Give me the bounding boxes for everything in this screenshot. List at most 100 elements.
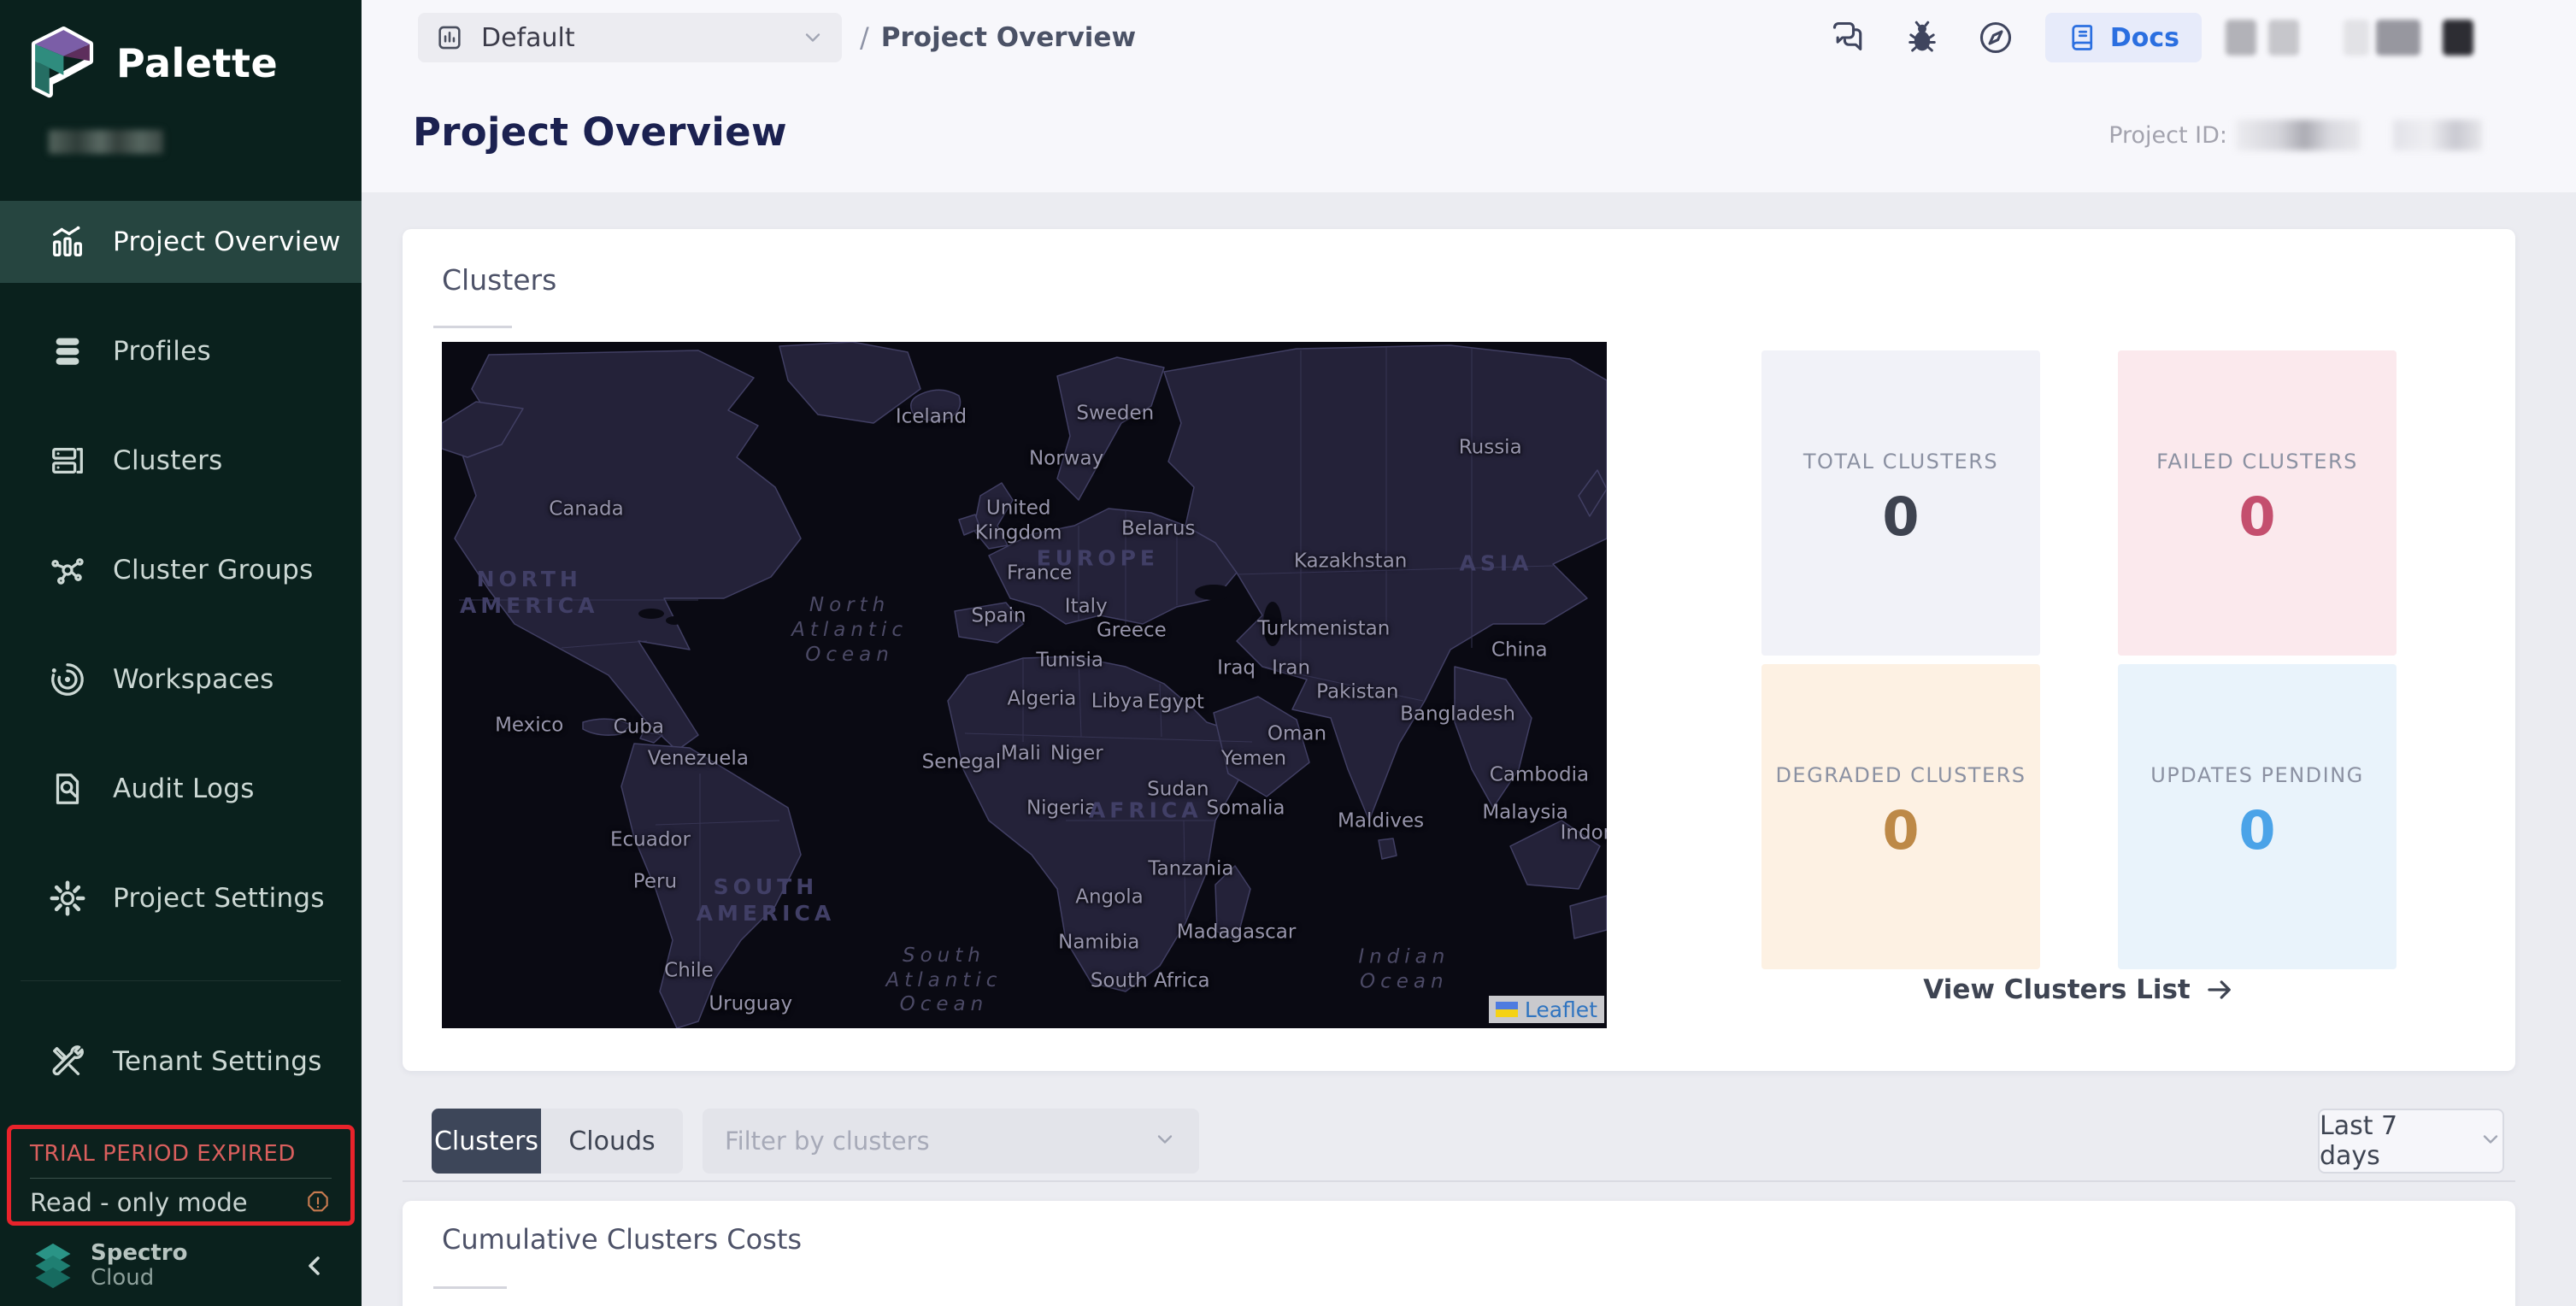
- warning-octagon-icon[interactable]: [304, 1189, 332, 1216]
- view-clusters-list-label: View Clusters List: [1923, 974, 2190, 1005]
- project-selector-value: Default: [481, 23, 575, 53]
- ukraine-flag-icon: [1496, 1002, 1518, 1017]
- title-underline: [433, 326, 512, 328]
- project-selector[interactable]: Default: [418, 13, 842, 62]
- redacted-chip: [2268, 20, 2299, 56]
- stat-value: 0: [1882, 799, 1919, 862]
- layers-icon: [48, 332, 87, 371]
- sidebar-item-label: Project Overview: [113, 226, 341, 257]
- sidebar-item-tenant-settings[interactable]: Tenant Settings: [0, 1021, 362, 1103]
- tab-clouds[interactable]: Clouds: [541, 1109, 683, 1174]
- page-header: Project Overview Project ID:: [362, 75, 2576, 192]
- redacted-chip: [2344, 20, 2369, 56]
- redacted-chip: [2226, 20, 2256, 56]
- filter-by-clusters-select[interactable]: Filter by clusters: [703, 1109, 1199, 1174]
- spectro-cloud-logo-icon: [31, 1242, 75, 1290]
- app-name: Palette: [116, 40, 278, 86]
- trial-divider: [30, 1178, 332, 1179]
- chat-bubbles-icon: [1830, 19, 1867, 56]
- content: Clusters: [362, 192, 2576, 1306]
- chart-overview-icon: [48, 222, 87, 262]
- stat-label: UPDATES PENDING: [2150, 763, 2364, 787]
- filter-placeholder: Filter by clusters: [725, 1127, 930, 1156]
- chevron-down-icon: [1153, 1127, 1177, 1155]
- stat-label: TOTAL CLUSTERS: [1803, 450, 1998, 474]
- world-map-svg: [442, 342, 1607, 1028]
- brand-spectro: Spectro: [91, 1241, 188, 1266]
- date-range-selector[interactable]: Last 7 days: [2318, 1109, 2504, 1174]
- view-clusters-list-link[interactable]: View Clusters List: [1761, 974, 2397, 1005]
- sidebar-item-label: Clusters: [113, 445, 223, 476]
- arrow-right-icon: [2204, 974, 2235, 1005]
- gear-icon: [48, 879, 87, 918]
- title-underline: [433, 1286, 507, 1289]
- stat-card-updates-pending: UPDATES PENDING 0: [2118, 664, 2397, 969]
- breadcrumb-current[interactable]: Project Overview: [881, 22, 1136, 53]
- orbit-icon: [48, 660, 87, 699]
- redacted-version-text: [49, 130, 163, 154]
- topbar: Default / Project Overview: [362, 0, 2576, 75]
- sidebar-item-label: Project Settings: [113, 883, 325, 914]
- compass-icon: [1977, 19, 2014, 56]
- sidebar-item-label: Cluster Groups: [113, 555, 314, 585]
- clusters-world-map[interactable]: IcelandSwedenNorwayRussiaCanadaUnited Ki…: [442, 342, 1607, 1028]
- sidebar-item-label: Tenant Settings: [113, 1046, 322, 1077]
- main-area: Default / Project Overview: [362, 0, 2576, 1306]
- palette-logo-icon: [26, 19, 99, 108]
- sidebar-collapse-button[interactable]: [300, 1250, 331, 1281]
- stat-value: 0: [2238, 799, 2275, 862]
- server-icon: [48, 441, 87, 480]
- trial-expired-label: TRIAL PERIOD EXPIRED: [30, 1141, 332, 1167]
- docs-button-label: Docs: [2110, 23, 2179, 53]
- topbar-actions: Docs: [1825, 0, 2576, 75]
- stat-card-degraded-clusters: DEGRADED CLUSTERS0: [1761, 664, 2040, 969]
- sidebar-item-label: Workspaces: [113, 664, 274, 695]
- tab-clusters[interactable]: Clusters: [432, 1109, 541, 1174]
- breadcrumb-separator: /: [860, 21, 869, 54]
- section-divider: [403, 1180, 2515, 1182]
- clusters-card: Clusters: [403, 229, 2515, 1071]
- redacted-project-id: [2236, 120, 2361, 150]
- sidebar-item-project-settings[interactable]: Project Settings: [0, 857, 362, 939]
- breadcrumb: / Project Overview: [860, 0, 1136, 75]
- sidebar-item-clusters[interactable]: Clusters: [0, 420, 362, 502]
- docs-button[interactable]: Docs: [2045, 13, 2202, 62]
- cumulative-costs-card: Cumulative Clusters Costs: [403, 1201, 2515, 1306]
- date-range-value: Last 7 days: [2320, 1111, 2465, 1171]
- project-chart-icon: [435, 23, 464, 52]
- sidebar-item-cluster-groups[interactable]: Cluster Groups: [0, 529, 362, 611]
- node-graph-icon: [48, 550, 87, 590]
- stat-value: 0: [2238, 485, 2275, 548]
- clusters-clouds-tabs: ClustersClouds: [432, 1109, 683, 1174]
- sidebar-divider: [21, 980, 341, 981]
- chevron-left-icon: [300, 1250, 331, 1281]
- redacted-chip: [2376, 20, 2420, 56]
- map-attribution: Leaflet: [1489, 996, 1604, 1023]
- sidebar-item-workspaces[interactable]: Workspaces: [0, 638, 362, 721]
- stat-value: 0: [1882, 485, 1919, 548]
- sidebar-item-audit-logs[interactable]: Audit Logs: [0, 748, 362, 830]
- read-only-mode-label: Read - only mode: [30, 1188, 248, 1217]
- report-bug-button[interactable]: [1898, 14, 1946, 62]
- costs-card-title: Cumulative Clusters Costs: [442, 1223, 802, 1256]
- chevron-down-icon: [2479, 1127, 2502, 1155]
- sidebar-item-profiles[interactable]: Profiles: [0, 310, 362, 392]
- feedback-chat-button[interactable]: [1825, 14, 1873, 62]
- book-icon: [2067, 22, 2098, 53]
- tools-icon: [48, 1042, 87, 1081]
- bug-icon: [1903, 19, 1941, 56]
- page-title: Project Overview: [413, 109, 787, 155]
- clusters-card-title: Clusters: [442, 263, 556, 297]
- stat-label: FAILED CLUSTERS: [2156, 450, 2358, 474]
- redacted-project-id-2: [2393, 120, 2482, 150]
- explore-compass-button[interactable]: [1972, 14, 2020, 62]
- sidebar: Palette Project Overview Profiles Clusters…: [0, 0, 362, 1306]
- leaflet-attribution-link[interactable]: Leaflet: [1525, 997, 1597, 1022]
- stat-card-failed-clusters: FAILED CLUSTERS 0: [2118, 350, 2397, 656]
- sidebar-item-label: Audit Logs: [113, 774, 255, 804]
- trial-expired-banner: TRIAL PERIOD EXPIRED Read - only mode: [7, 1125, 355, 1226]
- sidebar-item-project-overview[interactable]: Project Overview: [0, 201, 362, 283]
- stat-card-total-clusters: TOTAL CLUSTERS 0: [1761, 350, 2040, 656]
- sidebar-item-label: Profiles: [113, 336, 211, 367]
- sidebar-footer: Spectro Cloud: [31, 1241, 331, 1290]
